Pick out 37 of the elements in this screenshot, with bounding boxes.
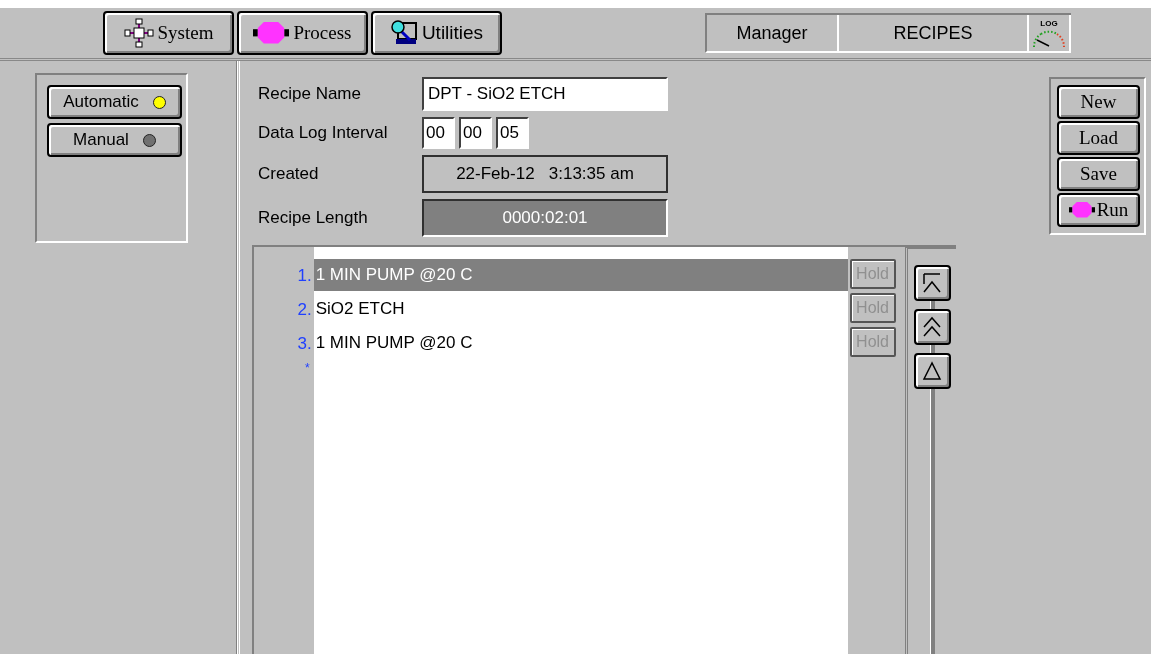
interval-field[interactable]: 00: [459, 117, 492, 149]
nav-button[interactable]: System: [103, 11, 234, 55]
octagon-icon: [253, 22, 290, 44]
step-row[interactable]: 1 MIN PUMP @20 C: [313, 259, 848, 291]
action-button[interactable]: Load: [1057, 121, 1140, 155]
new-step-marker: *: [305, 361, 311, 377]
network-icon: [123, 18, 154, 48]
recipe-name-field[interactable]: DPT - SiO2 ETCH: [422, 77, 668, 111]
mode-button[interactable]: Automatic: [47, 85, 182, 119]
interval-field[interactable]: 05: [496, 117, 529, 149]
triangle-up-icon: [922, 361, 943, 381]
field-label: Recipe Length: [258, 208, 369, 228]
nav-button[interactable]: Utilities: [371, 11, 502, 55]
magnifier-monitor-icon: [389, 19, 418, 47]
field-label: Created: [258, 164, 320, 184]
scroll-button[interactable]: [913, 265, 951, 301]
scroll-top-icon: [922, 272, 943, 294]
octagon-icon: [1068, 202, 1095, 218]
scroll-button[interactable]: [913, 309, 951, 345]
action-button[interactable]: Run: [1057, 193, 1140, 227]
log-label: LOG: [1040, 18, 1058, 28]
step-number: 1.: [297, 265, 313, 287]
screen-title: RECIPES: [839, 15, 1029, 51]
scroll-button[interactable]: [913, 353, 951, 389]
created-value: 22-Feb-12 3:13:35 am: [422, 155, 668, 193]
mode-button[interactable]: Manual: [47, 123, 182, 157]
field-label: Data Log Interval: [258, 123, 389, 143]
action-button[interactable]: Save: [1057, 157, 1140, 191]
user-name: Manager: [707, 15, 839, 51]
step-number: 3.: [297, 333, 313, 355]
recipe-length-value: 0000:02:01: [422, 199, 668, 237]
interval-field[interactable]: 00: [422, 117, 455, 149]
double-chevron-up-icon: [922, 316, 943, 338]
step-number: 2.: [297, 299, 313, 321]
nav-button[interactable]: Process: [237, 11, 368, 55]
action-button[interactable]: New: [1057, 85, 1140, 119]
field-label: Recipe Name: [258, 84, 362, 104]
